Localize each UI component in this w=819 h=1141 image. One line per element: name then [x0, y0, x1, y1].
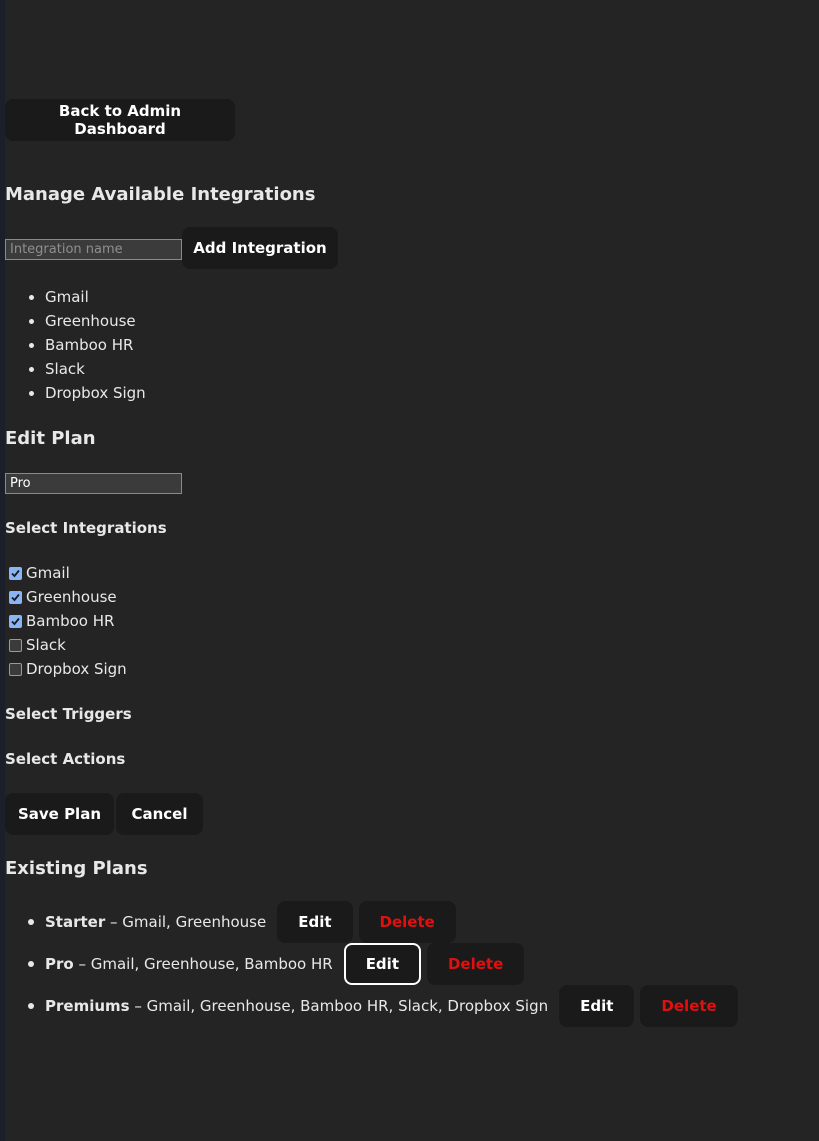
plan-integrations: – Gmail, Greenhouse [105, 913, 267, 931]
plan-row-premiums: Premiums – Gmail, Greenhouse, Bamboo HR,… [5, 985, 738, 1027]
checkbox-checked-icon[interactable] [9, 614, 22, 628]
integration-item-gmail: Gmail [45, 285, 146, 309]
integration-list: Gmail Greenhouse Bamboo HR Slack Dropbox… [5, 285, 146, 405]
integration-item-dropbox-sign: Dropbox Sign [45, 381, 146, 405]
checkbox-checked-icon[interactable] [9, 566, 22, 580]
integration-item-greenhouse: Greenhouse [45, 309, 146, 333]
plan-integration-label: Bamboo HR [26, 612, 115, 630]
edit-plan-button[interactable]: Edit [343, 943, 421, 985]
existing-plans-heading: Existing Plans [5, 858, 148, 879]
plan-integration-label: Gmail [26, 564, 70, 582]
edit-plan-heading: Edit Plan [5, 428, 96, 449]
bullet-icon [28, 919, 34, 925]
plan-integration-label: Greenhouse [26, 588, 117, 606]
integration-item-slack: Slack [45, 357, 146, 381]
plan-row-pro: Pro – Gmail, Greenhouse, Bamboo HR Edit … [5, 943, 525, 985]
edit-plan-button[interactable]: Edit [277, 901, 353, 943]
cancel-button[interactable]: Cancel [116, 793, 203, 835]
checkbox-checked-icon[interactable] [9, 590, 22, 604]
plan-integrations: – Gmail, Greenhouse, Bamboo HR, Slack, D… [129, 997, 549, 1015]
plan-integrations: – Gmail, Greenhouse, Bamboo HR [73, 955, 333, 973]
plan-integration-option[interactable]: Gmail [8, 561, 70, 585]
save-plan-button[interactable]: Save Plan [5, 793, 114, 835]
plan-name: Pro [45, 955, 74, 973]
plan-row-starter: Starter – Gmail, Greenhouse Edit Delete [5, 901, 456, 943]
plan-integration-label: Dropbox Sign [26, 660, 127, 678]
edit-plan-button[interactable]: Edit [559, 985, 635, 1027]
add-integration-button[interactable]: Add Integration [182, 227, 338, 269]
integration-item-bamboohr: Bamboo HR [45, 333, 146, 357]
select-actions-heading: Select Actions [5, 750, 126, 768]
plan-name: Premiums [45, 997, 130, 1015]
plan-name: Starter [45, 913, 106, 931]
plan-integration-option[interactable]: Slack [8, 633, 66, 657]
back-to-dashboard-button[interactable]: Back to Admin Dashboard [5, 99, 235, 141]
select-integrations-heading: Select Integrations [5, 519, 167, 537]
plan-integration-label: Slack [26, 636, 66, 654]
select-triggers-heading: Select Triggers [5, 705, 132, 723]
checkbox-unchecked-icon[interactable] [9, 638, 22, 652]
delete-plan-button[interactable]: Delete [640, 985, 738, 1027]
checkbox-unchecked-icon[interactable] [9, 662, 22, 676]
plan-name-input[interactable] [5, 473, 182, 494]
bullet-icon [28, 1003, 34, 1009]
plan-integration-option[interactable]: Dropbox Sign [8, 657, 127, 681]
bullet-icon [28, 961, 34, 967]
integrations-heading: Manage Available Integrations [5, 184, 316, 205]
delete-plan-button[interactable]: Delete [426, 943, 525, 985]
delete-plan-button[interactable]: Delete [358, 901, 456, 943]
plan-integration-option[interactable]: Bamboo HR [8, 609, 114, 633]
integration-name-input[interactable] [5, 239, 182, 260]
plan-integration-option[interactable]: Greenhouse [8, 585, 117, 609]
